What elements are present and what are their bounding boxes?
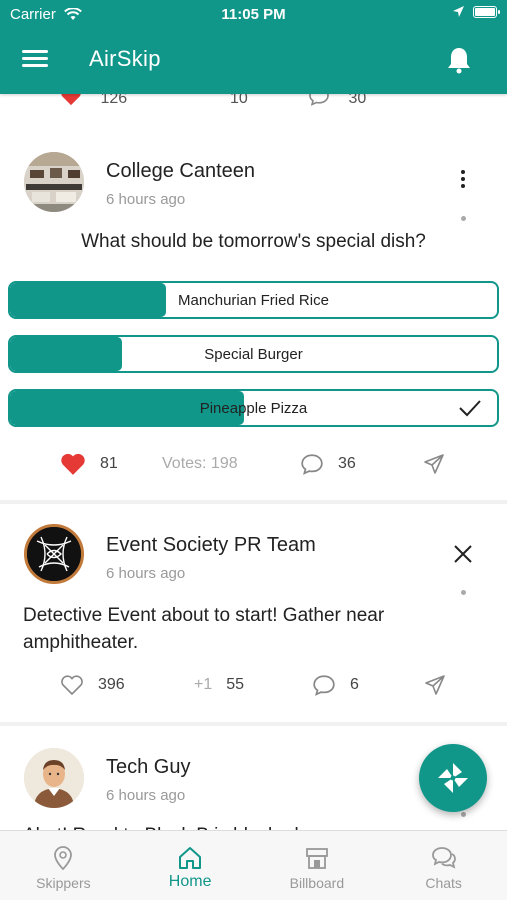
menu-icon[interactable]	[22, 50, 48, 70]
poll-option[interactable]: Manchurian Fried Rice	[8, 281, 499, 319]
share-button[interactable]	[423, 449, 445, 479]
location-pin-icon	[54, 846, 73, 871]
like-button[interactable]: 126	[60, 94, 127, 108]
heart-outline-icon	[61, 675, 83, 696]
comment-icon	[313, 675, 335, 696]
avatar-event-society[interactable]	[24, 524, 84, 584]
app-title: AirSkip	[89, 46, 161, 71]
post-card-partial: 126 10 30	[0, 94, 507, 130]
person-avatar-icon	[24, 748, 84, 808]
bell-icon[interactable]	[447, 46, 471, 74]
comment-count: 36	[338, 455, 356, 472]
unread-dot	[461, 216, 466, 221]
votes-label: Votes: 198	[162, 455, 238, 472]
post-time: 6 hours ago	[106, 565, 186, 582]
tab-label: Skippers	[36, 875, 91, 891]
plus-one-button[interactable]: +1 55	[194, 670, 244, 700]
comment-icon	[309, 94, 329, 106]
plus-one-label: +1	[194, 676, 213, 693]
poll-option-label: Pineapple Pizza	[199, 400, 308, 417]
comment-count: 6	[350, 676, 359, 693]
tab-home[interactable]: Home	[127, 831, 254, 900]
post-card: Event Society PR Team 6 hours ago Detect…	[0, 504, 507, 722]
tab-chats[interactable]: Chats	[380, 831, 507, 900]
post-time: 6 hours ago	[106, 191, 186, 208]
plus-one-count: 55	[226, 676, 245, 693]
send-icon	[425, 675, 445, 695]
post-actions: 396 +1 55 6	[0, 670, 507, 700]
post-author[interactable]: Event Society PR Team	[106, 534, 316, 557]
like-count: 126	[100, 94, 128, 107]
clock: 11:05 PM	[221, 6, 286, 23]
poll-option-label: Special Burger	[204, 346, 303, 363]
post-actions: 81 Votes: 198 36	[0, 449, 507, 479]
tab-billboard[interactable]: Billboard	[254, 831, 381, 900]
comment-button[interactable]: 36	[300, 449, 356, 479]
comment-count: 30	[348, 94, 367, 107]
like-count: 81	[100, 455, 118, 472]
battery-icon	[473, 5, 500, 18]
close-icon[interactable]	[453, 544, 473, 564]
status-bar: Carrier 11:05 PM	[0, 0, 507, 28]
chat-bubbles-icon	[431, 847, 456, 869]
tab-label: Home	[168, 873, 212, 890]
send-icon	[424, 454, 444, 474]
post-text: Alert! Road to Block B is blocked	[23, 822, 477, 830]
comment-button[interactable]: 30	[308, 94, 366, 108]
post-author[interactable]: Tech Guy	[106, 756, 190, 779]
tab-label: Billboard	[289, 875, 345, 891]
poll-option[interactable]: Special Burger	[8, 335, 499, 373]
avatar-tech-guy[interactable]	[24, 748, 84, 808]
avatar-college-canteen[interactable]	[24, 152, 84, 212]
unread-dot	[461, 812, 466, 817]
app-header: Carrier 11:05 PM AirSkip	[0, 0, 507, 94]
poll-option-label: Manchurian Fried Rice	[178, 292, 329, 309]
post-actions: 126 10 30	[0, 94, 507, 108]
unread-dot	[461, 590, 466, 595]
compose-fab[interactable]	[419, 744, 487, 812]
poll-option-selected[interactable]: Pineapple Pizza	[8, 389, 499, 427]
canteen-photo-icon	[24, 152, 84, 212]
poll-question: What should be tomorrow's special dish?	[81, 231, 426, 252]
comment-icon	[301, 454, 323, 475]
votes-count: Votes: 198	[162, 449, 238, 479]
checkmark-icon	[459, 400, 481, 417]
share-button[interactable]	[424, 670, 446, 700]
more-options-icon[interactable]	[455, 168, 471, 190]
location-arrow-icon	[453, 6, 464, 17]
nav-bar: AirSkip	[0, 40, 507, 80]
like-button[interactable]: 396	[60, 670, 125, 700]
web-logo-icon	[27, 527, 81, 581]
post-author[interactable]: College Canteen	[106, 160, 255, 183]
billboard-icon	[305, 848, 328, 869]
pinwheel-icon	[438, 763, 468, 793]
tab-label: Chats	[425, 875, 462, 891]
tab-skippers[interactable]: Skippers	[0, 831, 127, 900]
feed[interactable]: 126 10 30 College Canteen 6 hours ago Wh…	[0, 94, 507, 830]
plus-count: 10	[230, 94, 248, 107]
heart-filled-icon	[61, 453, 85, 475]
status-right	[452, 5, 500, 18]
post-text: Detective Event about to start! Gather n…	[23, 605, 385, 653]
like-button[interactable]: 81	[60, 449, 118, 479]
bottom-tab-bar: Skippers Home Billboard Chats	[0, 830, 507, 900]
like-count: 396	[98, 676, 125, 693]
heart-filled-icon	[61, 94, 81, 106]
post-card-poll: College Canteen 6 hours ago What should …	[0, 130, 507, 500]
comment-button[interactable]: 6	[312, 670, 359, 700]
home-icon	[179, 847, 202, 869]
post-time: 6 hours ago	[106, 787, 186, 804]
